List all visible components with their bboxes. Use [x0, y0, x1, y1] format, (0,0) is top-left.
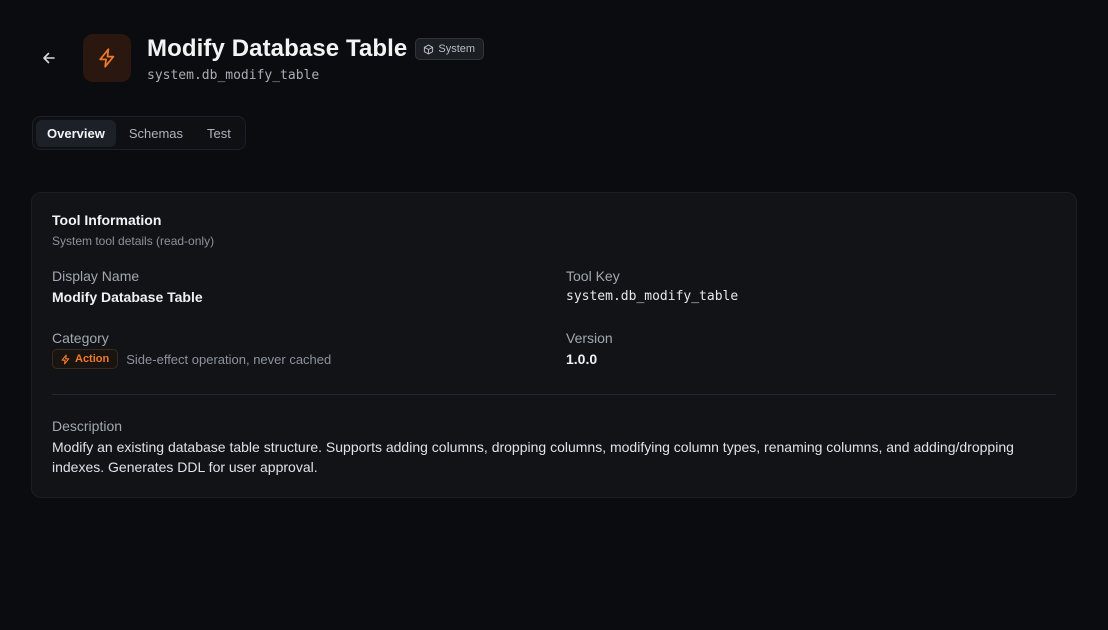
arrow-left-icon [43, 52, 55, 64]
display-name-label: Display Name [52, 268, 140, 284]
category-note: Side-effect operation, never cached [126, 351, 332, 367]
lightning-bolt-icon [61, 354, 70, 364]
tool-key-subtitle: system.db_modify_table [147, 68, 320, 83]
tab-test[interactable]: Test [196, 120, 242, 147]
tool-information-card: Tool Information System tool details (re… [31, 192, 1077, 498]
action-badge-label: Action [75, 353, 110, 365]
tab-schemas[interactable]: Schemas [118, 120, 194, 147]
title-block: Modify Database Table System system.db_m… [147, 34, 485, 83]
tool-key-value: system.db_modify_table [566, 289, 739, 304]
back-button[interactable] [36, 45, 62, 71]
tab-bar: Overview Schemas Test [32, 116, 246, 150]
card-title: Tool Information [52, 212, 162, 228]
tab-overview[interactable]: Overview [36, 119, 116, 147]
system-badge-label: System [438, 43, 476, 55]
tool-icon-tile [83, 34, 131, 82]
divider [52, 394, 1056, 395]
page-header: Modify Database Table System system.db_m… [36, 34, 485, 83]
version-value: 1.0.0 [566, 351, 598, 367]
version-label: Version [566, 330, 613, 346]
category-label: Category [52, 330, 109, 346]
system-badge: System [415, 38, 485, 60]
title-row: Modify Database Table System [147, 34, 485, 64]
category-row: Action Side-effect operation, never cach… [52, 349, 331, 369]
cube-icon [424, 44, 434, 54]
display-name-value: Modify Database Table [52, 289, 203, 305]
description-value: Modify an existing database table struct… [52, 439, 1014, 475]
action-badge: Action [52, 349, 119, 369]
description-label: Description [52, 418, 123, 434]
tool-key-label: Tool Key [566, 268, 620, 284]
tool-detail-page: Modify Database Table System system.db_m… [0, 0, 1108, 630]
lightning-bolt-icon [99, 48, 115, 68]
card-subtitle: System tool details (read-only) [52, 234, 215, 248]
page-title: Modify Database Table [147, 35, 408, 62]
